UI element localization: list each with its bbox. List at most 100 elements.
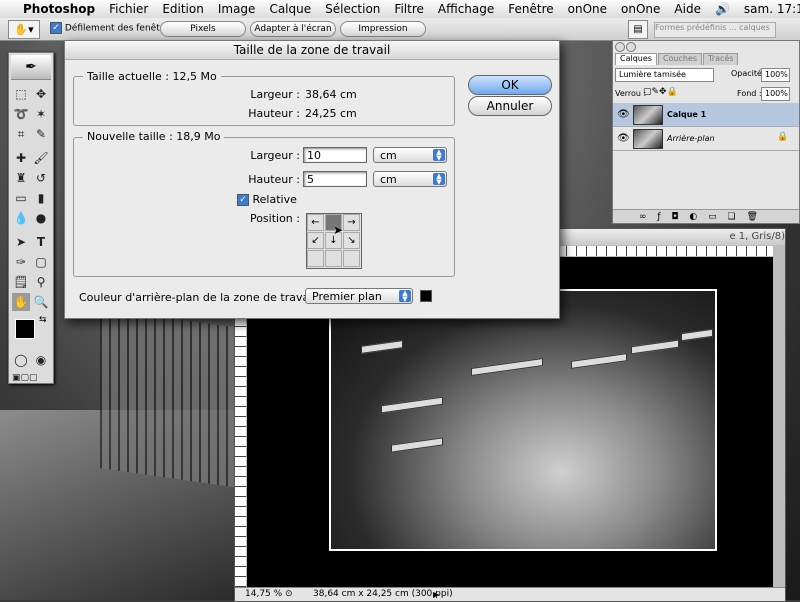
tab-couches[interactable]: Couches <box>657 53 703 65</box>
clone-stamp-tool-icon[interactable]: ♜ <box>12 169 30 187</box>
bench-shape <box>571 353 627 369</box>
height-input[interactable]: 5 <box>303 171 367 187</box>
blend-mode-select[interactable]: Lumière tamisée <box>615 68 714 82</box>
anchor-cell[interactable] <box>343 250 360 267</box>
new-group-icon[interactable]: ▭ <box>708 212 717 222</box>
height-unit-value: cm <box>380 173 397 186</box>
layer-name: Arrière-plan <box>667 134 715 143</box>
standard-mode-icon[interactable]: ◯ <box>12 351 30 369</box>
anchor-cell[interactable] <box>307 250 324 267</box>
hand-tool-icon[interactable]: ✋ <box>12 293 30 311</box>
palette-well[interactable]: Formes prédéfinis ... calques <box>654 22 776 38</box>
swap-colors-icon[interactable]: ⇆ <box>39 315 47 325</box>
zoom-level[interactable]: 14,75 % <box>245 588 282 601</box>
new-size-label: Nouvelle taille : 18,9 Mo <box>83 130 225 143</box>
crop-tool-icon[interactable]: ⌗ <box>12 125 30 143</box>
bg-color-swatch[interactable] <box>420 290 432 302</box>
type-tool-icon[interactable]: T <box>32 233 50 251</box>
foreground-color-swatch[interactable] <box>15 319 35 339</box>
brush-tool-icon[interactable]: 🖌 <box>32 149 50 167</box>
menu-edition[interactable]: Edition <box>155 2 211 16</box>
lock-icons[interactable]: ▢✎✥🔒 <box>643 87 678 97</box>
width-unit-select[interactable]: cm ▲ ▼ <box>373 147 447 163</box>
print-size-button[interactable]: Impression <box>340 21 426 37</box>
relative-checkbox[interactable]: ✓ <box>237 194 249 206</box>
bench-shape <box>681 328 713 342</box>
bench-shape <box>471 357 543 377</box>
opacity-field[interactable]: 100% <box>761 68 790 82</box>
quick-mask-mode-icon[interactable]: ◉ <box>32 351 50 369</box>
layer-style-icon[interactable]: ƒ <box>657 212 660 222</box>
anchor-cell[interactable]: ↘ <box>343 232 360 249</box>
fill-field[interactable]: 100% <box>761 87 790 101</box>
gradient-tool-icon[interactable]: ▮ <box>32 189 50 207</box>
menu-bar: Photoshop Fichier Edition Image Calque S… <box>0 0 800 19</box>
eyedropper-tool-icon[interactable]: ⚲ <box>32 273 50 291</box>
link-icon[interactable]: ∞ <box>639 212 647 222</box>
panel-minimize-icon[interactable] <box>626 42 636 52</box>
menu-fichier[interactable]: Fichier <box>102 2 155 16</box>
blur-tool-icon[interactable]: 💧 <box>12 209 30 227</box>
current-height-value: 24,25 cm <box>305 107 357 120</box>
panel-close-icon[interactable] <box>615 42 625 52</box>
dodge-tool-icon[interactable]: ● <box>32 209 50 227</box>
trash-icon[interactable]: 🗑 <box>747 212 758 222</box>
file-browser-icon[interactable]: ▤ <box>628 20 648 39</box>
adjustment-layer-icon[interactable]: ◐ <box>689 212 697 222</box>
menu-filtre[interactable]: Filtre <box>387 2 430 16</box>
menu-aide[interactable]: Aide <box>667 2 708 16</box>
menu-onone-2[interactable]: onOne <box>614 2 667 16</box>
marquee-tool-icon[interactable]: ⬚ <box>12 85 30 103</box>
shape-tool-icon[interactable]: ▢ <box>32 253 50 271</box>
chevron-updown-icon: ▲ ▼ <box>433 173 445 186</box>
ok-button[interactable]: OK <box>468 75 552 95</box>
pixels-button[interactable]: Pixels <box>160 21 246 37</box>
menu-onone-1[interactable]: onOne <box>561 2 614 16</box>
move-tool-icon[interactable]: ✥ <box>32 85 50 103</box>
zoom-tool-icon[interactable]: 🔍 <box>32 293 50 311</box>
app-menu[interactable]: Photoshop <box>16 2 102 16</box>
layer-row[interactable]: 👁 Calque 1 <box>613 103 799 127</box>
history-brush-tool-icon[interactable]: ↺ <box>32 169 50 187</box>
screen-mode-icon[interactable]: ▣▢▢ <box>12 369 38 387</box>
anchor-cell[interactable]: → <box>343 214 360 231</box>
eye-icon[interactable]: 👁 <box>617 109 630 120</box>
anchor-cell[interactable] <box>325 250 342 267</box>
menu-calque[interactable]: Calque <box>262 2 318 16</box>
bench-shape <box>631 339 679 355</box>
status-icon[interactable]: ⊙ <box>285 588 293 601</box>
layer-mask-icon[interactable]: ◘ <box>671 212 678 222</box>
bench-shape <box>381 396 443 414</box>
slice-tool-icon[interactable]: ✎ <box>32 125 50 143</box>
pen-tool-icon[interactable]: ✑ <box>12 253 30 271</box>
bg-color-select[interactable]: Premier plan ▲ ▼ <box>305 288 413 304</box>
path-selection-tool-icon[interactable]: ➤ <box>12 233 30 251</box>
menu-affichage[interactable]: Affichage <box>431 2 501 16</box>
notes-tool-icon[interactable]: 🗒 <box>12 273 30 291</box>
lasso-tool-icon[interactable]: ➰ <box>12 105 30 123</box>
anchor-cell[interactable]: ↙ <box>307 232 324 249</box>
new-height-label: Hauteur : <box>248 173 300 186</box>
hand-tool-preset-icon[interactable]: ✋▾ <box>8 20 40 39</box>
scroll-all-windows-checkbox[interactable]: ✓ <box>50 22 62 34</box>
layer-row[interactable]: 👁 Arrière-plan 🔒 <box>613 127 799 151</box>
height-unit-select[interactable]: cm ▲ ▼ <box>373 171 447 187</box>
anchor-cell[interactable]: ← <box>307 214 324 231</box>
cancel-button[interactable]: Annuler <box>468 96 552 116</box>
volume-icon[interactable]: 🔊 <box>708 2 737 16</box>
tab-traces[interactable]: Tracés <box>703 53 739 65</box>
menu-image[interactable]: Image <box>211 2 263 16</box>
eraser-tool-icon[interactable]: ▭ <box>12 189 30 207</box>
width-input[interactable]: 10 <box>303 147 367 163</box>
menu-clock[interactable]: sam. 17:16 <box>737 2 800 16</box>
fit-screen-button[interactable]: Adapter à l'écran <box>250 21 336 37</box>
menu-selection[interactable]: Sélection <box>318 2 387 16</box>
eye-icon[interactable]: 👁 <box>617 133 630 144</box>
tab-calques[interactable]: Calques <box>615 53 657 65</box>
menu-fenetre[interactable]: Fenêtre <box>501 2 560 16</box>
magic-wand-tool-icon[interactable]: ✶ <box>32 105 50 123</box>
healing-brush-tool-icon[interactable]: ✚ <box>12 149 30 167</box>
new-layer-icon[interactable]: ❏ <box>728 212 736 222</box>
status-menu-arrow-icon[interactable]: ▶ <box>433 588 439 601</box>
layer-name: Calque 1 <box>667 110 707 119</box>
